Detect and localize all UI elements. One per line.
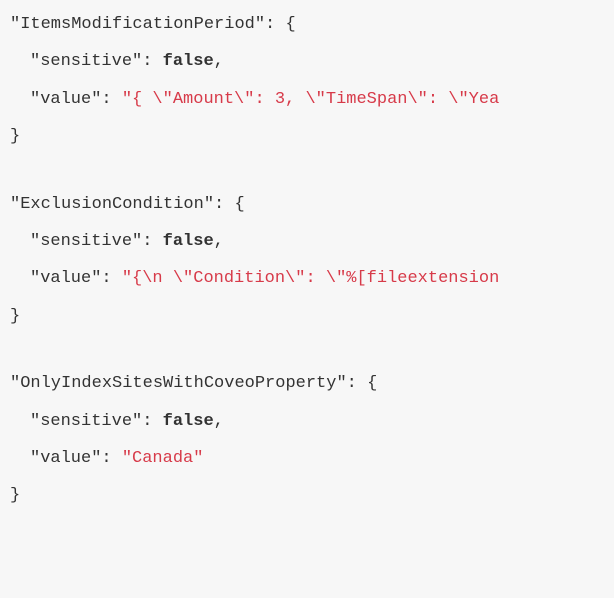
value-key: "value" [30,90,101,109]
sensitive-value: false [163,412,214,431]
entry-header: "ItemsModificationPeriod": { [10,6,604,43]
sensitive-key: "sensitive" [30,232,142,251]
sensitive-key: "sensitive" [30,412,142,431]
punc-colon-brace: : { [265,15,296,34]
json-entry: "ItemsModificationPeriod": { "sensitive"… [10,6,604,156]
json-entry: "OnlyIndexSitesWithCoveoProperty": { "se… [10,365,604,515]
value-key: "value" [30,449,101,468]
sensitive-value: false [163,232,214,251]
json-entry: "ExclusionCondition": { "sensitive": fal… [10,186,604,336]
entry-header: "OnlyIndexSitesWithCoveoProperty": { [10,365,604,402]
sensitive-value: false [163,52,214,71]
punc-colon-brace: : { [347,374,378,393]
value-key: "value" [30,269,101,288]
close-brace: } [10,477,604,514]
sensitive-line: "sensitive": false, [10,223,604,260]
value-string: "{\n \"Condition\": \"%[fileextension [122,269,499,288]
value-line: "value": "{\n \"Condition\": \"%[fileext… [10,260,604,297]
close-brace: } [10,298,604,335]
value-line: "value": "{ \"Amount\": 3, \"TimeSpan\":… [10,81,604,118]
punc-colon-brace: : { [214,195,245,214]
sensitive-key: "sensitive" [30,52,142,71]
entry-key: "ExclusionCondition" [10,195,214,214]
value-string: "{ \"Amount\": 3, \"TimeSpan\": \"Yea [122,90,499,109]
entry-key: "ItemsModificationPeriod" [10,15,265,34]
value-line: "value": "Canada" [10,440,604,477]
value-string: "Canada" [122,449,204,468]
code-block: "ItemsModificationPeriod": { "sensitive"… [0,0,614,555]
entry-key: "OnlyIndexSitesWithCoveoProperty" [10,374,347,393]
sensitive-line: "sensitive": false, [10,43,604,80]
sensitive-line: "sensitive": false, [10,403,604,440]
entry-header: "ExclusionCondition": { [10,186,604,223]
close-brace: } [10,118,604,155]
